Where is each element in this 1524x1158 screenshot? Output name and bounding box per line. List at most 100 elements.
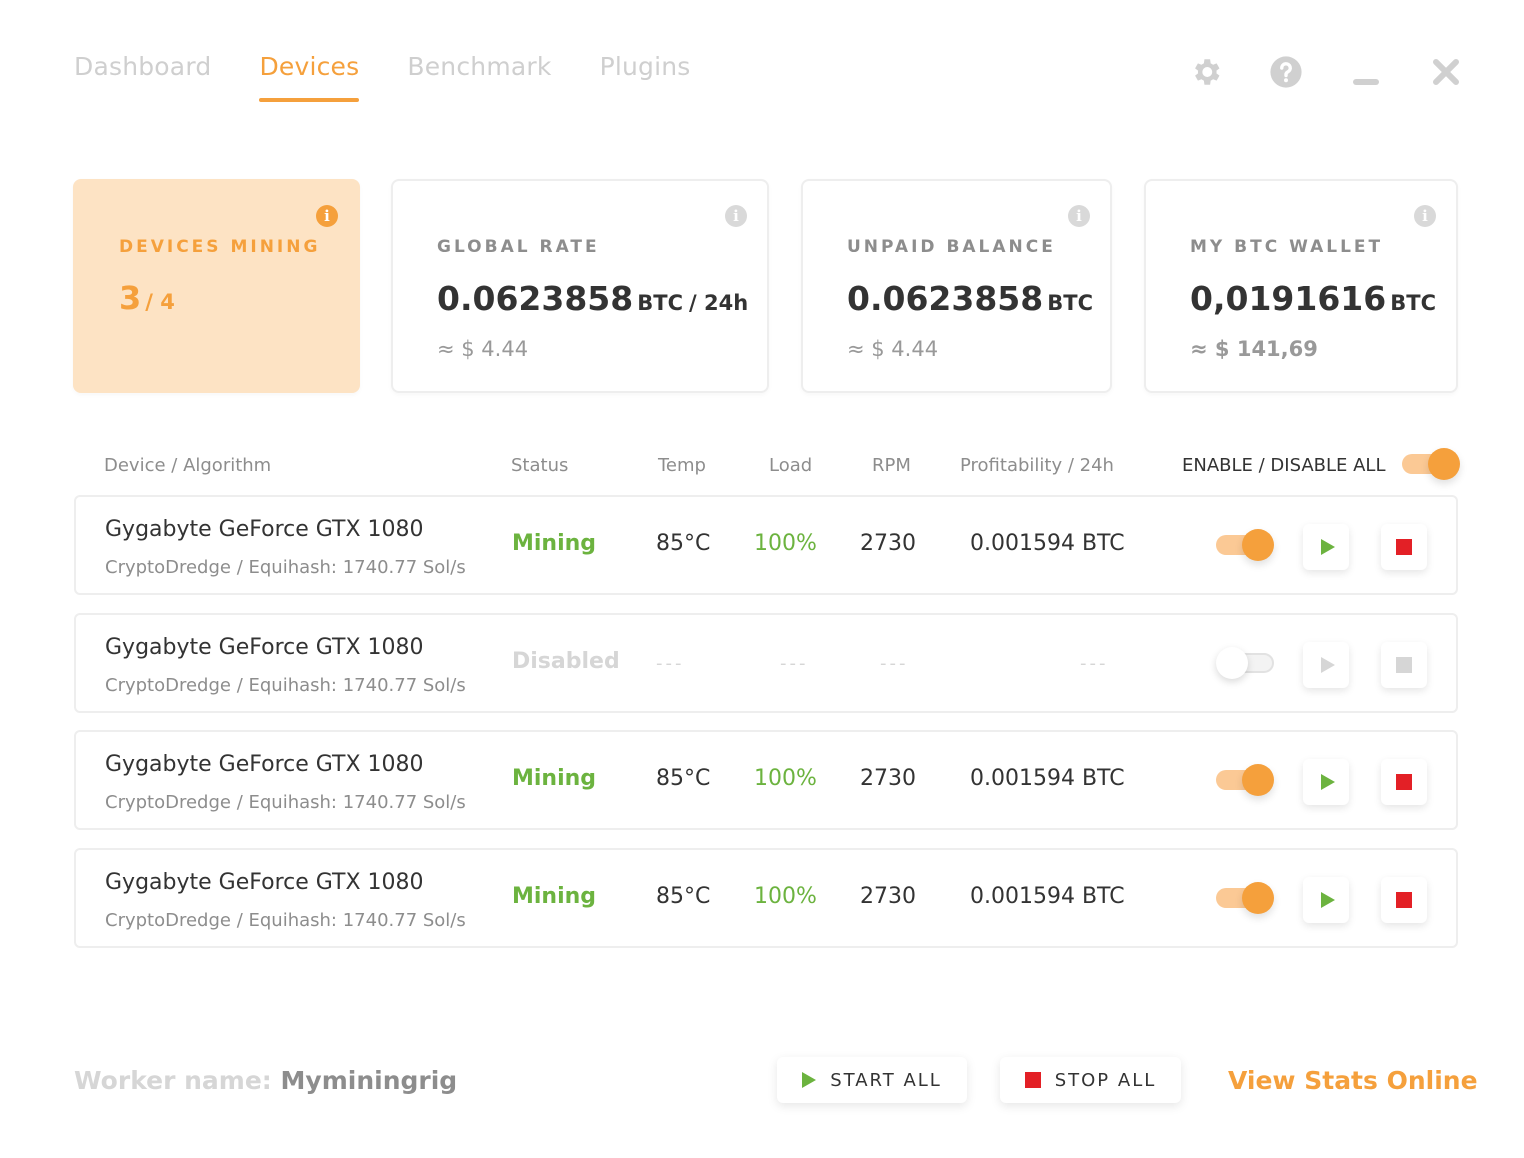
rpm-value: 2730	[860, 531, 916, 556]
device-row: Gygabyte GeForce GTX 1080 CryptoDredge /…	[74, 495, 1458, 595]
tab-dashboard[interactable]: Dashboard	[74, 52, 211, 102]
card-label: GLOBAL RATE	[437, 237, 600, 257]
enable-all-label: ENABLE / DISABLE ALL	[1182, 455, 1386, 476]
help-button[interactable]	[1268, 54, 1304, 90]
play-icon	[1320, 539, 1335, 555]
wallet-unit: BTC	[1390, 291, 1436, 315]
minimize-button[interactable]	[1348, 54, 1384, 90]
tab-plugins[interactable]: Plugins	[600, 52, 691, 102]
stop-icon	[1396, 539, 1412, 555]
tab-benchmark[interactable]: Benchmark	[407, 52, 551, 102]
close-button[interactable]	[1428, 54, 1464, 90]
total-count: / 4	[145, 290, 175, 314]
worker-name: Worker name: Myminingrig	[74, 1066, 457, 1095]
worker-value[interactable]: Myminingrig	[281, 1066, 458, 1095]
load-value: 100%	[754, 531, 817, 556]
device-toggle[interactable]	[1216, 529, 1274, 561]
stop-all-label: STOP ALL	[1054, 1069, 1157, 1091]
wallet-value: 0,0191616 BTC	[1190, 279, 1436, 318]
profit-value: 0.001594 BTC	[970, 766, 1125, 791]
info-icon[interactable]: i	[1068, 205, 1090, 227]
info-icon[interactable]: i	[725, 205, 747, 227]
stop-button[interactable]	[1381, 759, 1427, 805]
profit-value: 0.001594 BTC	[970, 531, 1125, 556]
stop-button[interactable]	[1381, 524, 1427, 570]
device-name: Gygabyte GeForce GTX 1080	[105, 870, 424, 895]
device-row: Gygabyte GeForce GTX 1080 CryptoDredge /…	[74, 848, 1458, 948]
usd-estimate: ≈ $ 4.44	[437, 337, 529, 361]
play-icon	[1320, 774, 1335, 790]
play-icon	[802, 1072, 817, 1088]
device-algorithm: CryptoDredge / Equihash: 1740.77 Sol/s	[105, 792, 466, 813]
card-label: DEVICES MINING	[119, 237, 321, 257]
active-count: 3	[119, 279, 142, 317]
status-badge: Mining	[512, 531, 597, 556]
header-profitability: Profitability / 24h	[960, 455, 1114, 476]
device-name: Gygabyte GeForce GTX 1080	[105, 517, 424, 542]
toggle-knob	[1216, 647, 1248, 679]
device-algorithm: CryptoDredge / Equihash: 1740.77 Sol/s	[105, 557, 466, 578]
toggle-knob	[1242, 882, 1274, 914]
minimize-icon	[1353, 79, 1379, 85]
device-algorithm: CryptoDredge / Equihash: 1740.77 Sol/s	[105, 910, 466, 931]
balance-amount: 0.0623858	[847, 279, 1044, 318]
device-toggle[interactable]	[1216, 882, 1274, 914]
worker-label: Worker name:	[74, 1066, 272, 1095]
usd-estimate: ≈ $ 4.44	[847, 337, 939, 361]
stop-icon	[1396, 657, 1412, 673]
global-rate-value: 0.0623858 BTC/ 24h	[437, 279, 748, 318]
load-value: 100%	[754, 766, 817, 791]
start-button[interactable]	[1303, 759, 1349, 805]
info-icon[interactable]: i	[1414, 205, 1436, 227]
header-load: Load	[769, 455, 813, 476]
start-button[interactable]	[1303, 642, 1349, 688]
rpm-value: 2730	[860, 766, 916, 791]
status-badge: Disabled	[512, 649, 620, 674]
header-device: Device / Algorithm	[104, 455, 272, 476]
profit-value: ---	[1080, 653, 1109, 674]
stop-button[interactable]	[1381, 642, 1427, 688]
global-rate-card: i GLOBAL RATE 0.0623858 BTC/ 24h ≈ $ 4.44	[391, 179, 769, 393]
devices-mining-card: i DEVICES MINING 3/ 4	[73, 179, 360, 393]
temp-value: 85°C	[656, 766, 711, 791]
start-button[interactable]	[1303, 877, 1349, 923]
table-header: Device / Algorithm Status Temp Load RPM …	[74, 448, 1460, 482]
device-toggle[interactable]	[1216, 647, 1274, 679]
view-stats-link[interactable]: View Stats Online	[1228, 1066, 1478, 1095]
device-toggle[interactable]	[1216, 764, 1274, 796]
usd-estimate: ≈ $ 141,69	[1190, 337, 1318, 361]
toggle-knob	[1242, 529, 1274, 561]
status-badge: Mining	[512, 766, 597, 791]
play-icon	[1320, 657, 1335, 673]
card-label: MY BTC WALLET	[1190, 237, 1384, 257]
stop-icon	[1396, 892, 1412, 908]
stop-button[interactable]	[1381, 877, 1427, 923]
close-icon	[1433, 59, 1459, 85]
toggle-knob	[1242, 764, 1274, 796]
play-icon	[1320, 892, 1335, 908]
toggle-knob	[1428, 448, 1460, 480]
devices-mining-value: 3/ 4	[119, 279, 175, 317]
header-status: Status	[511, 455, 569, 476]
settings-button[interactable]	[1188, 54, 1224, 90]
card-label: UNPAID BALANCE	[847, 237, 1056, 257]
stop-all-button[interactable]: STOP ALL	[1000, 1057, 1181, 1103]
info-icon[interactable]: i	[316, 205, 338, 227]
load-value: 100%	[754, 884, 817, 909]
temp-value: 85°C	[656, 531, 711, 556]
device-algorithm: CryptoDredge / Equihash: 1740.77 Sol/s	[105, 675, 466, 696]
wallet-amount: 0,0191616	[1190, 279, 1387, 318]
help-icon	[1270, 56, 1302, 88]
rate-unit: BTC	[637, 291, 683, 315]
stop-icon	[1396, 774, 1412, 790]
device-row: Gygabyte GeForce GTX 1080 CryptoDredge /…	[74, 730, 1458, 830]
start-button[interactable]	[1303, 524, 1349, 570]
balance-unit: BTC	[1047, 291, 1093, 315]
tab-devices[interactable]: Devices	[259, 52, 360, 102]
start-all-button[interactable]: START ALL	[777, 1057, 967, 1103]
temp-value: ---	[656, 653, 685, 674]
window-controls	[1144, 54, 1464, 90]
header-temp: Temp	[658, 455, 706, 476]
profit-value: 0.001594 BTC	[970, 884, 1125, 909]
enable-all-toggle[interactable]	[1402, 448, 1460, 480]
